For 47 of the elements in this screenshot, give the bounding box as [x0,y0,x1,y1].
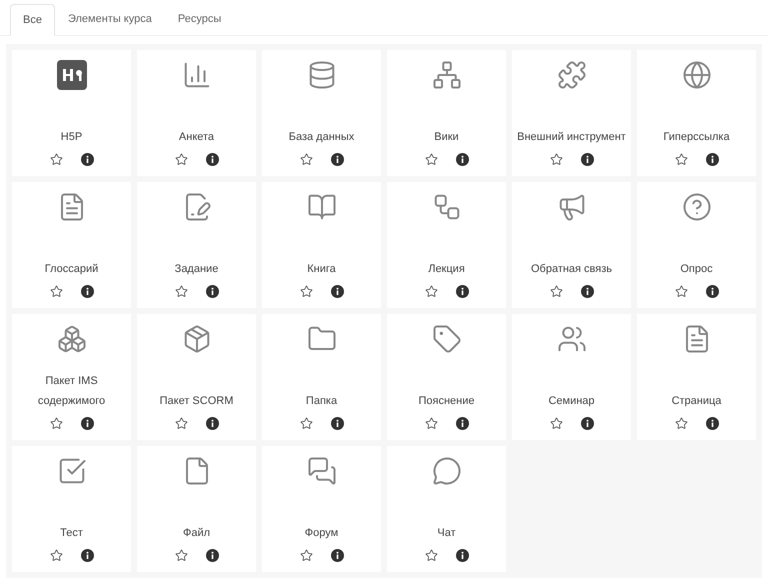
activity-label: Анкета [178,130,214,145]
activity-card[interactable]: Форум [262,446,381,572]
activity-label: Страница [672,394,722,409]
tab[interactable]: Ресурсы [164,3,234,35]
activity-card[interactable]: Тест [12,446,131,572]
activity-card[interactable]: Папка [262,314,381,440]
activity-card[interactable]: H5P [12,50,131,176]
activity-card[interactable]: Задание [137,182,256,308]
activity-label: База данных [288,130,354,145]
activity-label: Гиперссылка [663,130,730,145]
activity-label: Пояснение [418,394,474,409]
activity-label: Тест [60,526,83,541]
activity-label: Файл [182,526,210,541]
activity-label: Папка [306,394,338,409]
activity-label: Обратная связь [530,262,612,277]
activity-card[interactable]: Пакет IMS содержимого [12,314,131,440]
activity-label: Пакет SCORM [160,394,234,409]
activity-card[interactable]: Внешний инструмент [512,50,631,176]
activity-label: Опрос [680,262,713,277]
activity-label: Вики [434,130,459,145]
activity-label: H5P [60,130,82,145]
activity-card[interactable]: Семинар [512,314,631,440]
activity-label: Глоссарий [44,262,98,277]
activity-card[interactable]: Вики [387,50,506,176]
activity-label: Книга [307,262,336,277]
activity-card[interactable]: Опрос [637,182,756,308]
activity-card[interactable]: Лекция [387,182,506,308]
activity-label: Чат [437,526,456,541]
activity-card[interactable]: Страница [637,314,756,440]
activity-label: Форум [304,526,338,541]
tab[interactable]: Все [10,4,55,36]
activity-card[interactable]: Обратная связь [512,182,631,308]
activity-card[interactable]: Гиперссылка [637,50,756,176]
activity-card[interactable]: Анкета [137,50,256,176]
activity-card[interactable]: Книга [262,182,381,308]
activity-card[interactable]: Чат [387,446,506,572]
tab[interactable]: Элементы курса [54,3,165,35]
activity-label: Внешний инструмент [517,130,626,145]
activity-label: Семинар [548,394,595,409]
activity-card[interactable]: Пакет SCORM [137,314,256,440]
activity-label: Лекция [428,262,465,277]
activity-card[interactable]: Глоссарий [12,182,131,308]
activity-label: Пакет IMS содержимого [36,374,106,409]
activity-card[interactable]: Файл [137,446,256,572]
activity-card[interactable]: База данных [262,50,381,176]
activity-label: Задание [174,262,218,277]
activity-card[interactable]: Пояснение [387,314,506,440]
